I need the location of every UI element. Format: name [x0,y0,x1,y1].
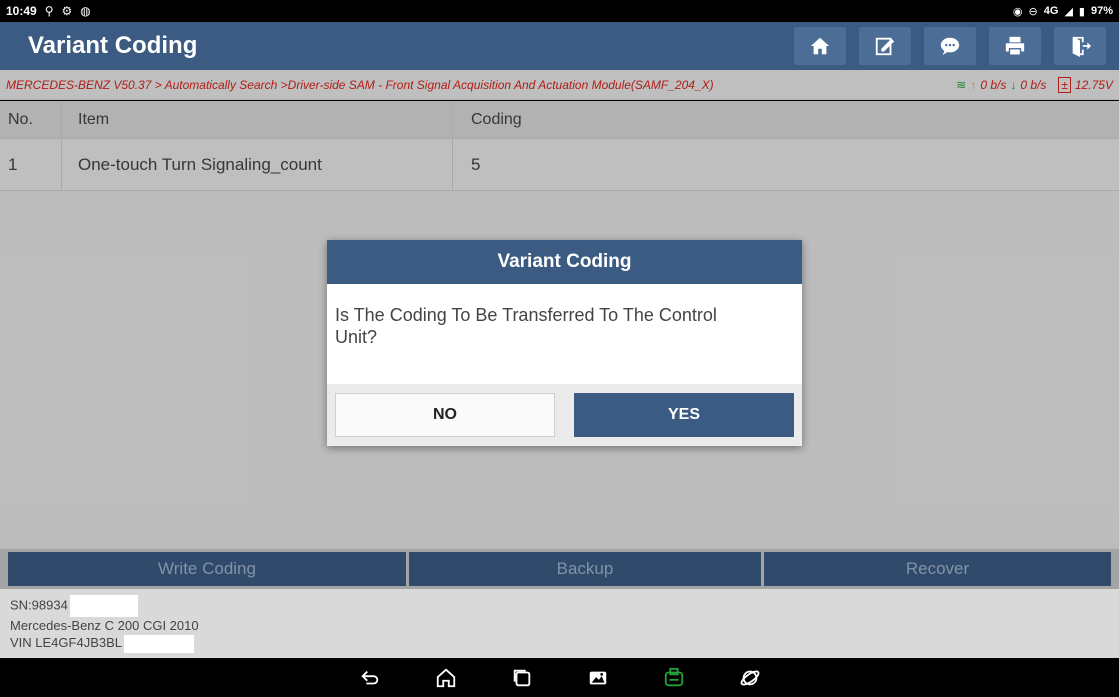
page-title: Variant Coding [28,32,198,59]
browser-nav-button[interactable] [712,667,788,689]
home-button[interactable] [794,27,846,65]
vin: VIN LE4GF4JB3BL [10,635,122,650]
signal-icon: ◢ [1064,5,1073,18]
confirm-dialog: Variant Coding Is The Coding To Be Trans… [327,240,802,446]
home-nav-button[interactable] [408,667,484,689]
edit-button[interactable] [859,27,911,65]
back-icon [360,670,378,684]
status-bar: 10:49 ⚲ ⚙ ◍ ◉ ⊖ 4G ◢ ▮ 97% [0,0,1119,22]
planet-icon [740,670,759,685]
home-icon [810,37,830,55]
recents-nav-button[interactable] [484,667,560,689]
chat-icon [940,37,960,56]
image-icon [589,671,606,684]
redaction-block [69,595,138,617]
print-button[interactable] [989,27,1041,65]
yes-button[interactable]: YES [574,393,794,437]
dialog-message-text: Is The Coding To Be Transferred To The C… [335,305,717,347]
print-icon [1005,36,1025,56]
screenshot-nav-button[interactable] [560,667,636,689]
dialog-title: Variant Coding [327,240,802,284]
vibrate-icon: ◉ [1012,5,1023,18]
message-icon: ◍ [80,4,91,18]
settings-notification-icon: ⚙ [61,4,73,18]
clock: 10:49 [6,4,37,18]
recents-icon [513,669,530,686]
exit-button[interactable] [1054,27,1106,65]
back-nav-button[interactable] [332,667,408,689]
vci-icon [664,667,683,686]
dialog-message: Is The Coding To Be Transferred To The C… [327,284,802,384]
exit-icon [1072,36,1091,57]
redaction-block [124,634,194,653]
chat-button[interactable] [924,27,976,65]
app-header: Variant Coding [0,22,1119,70]
network-type: 4G [1043,5,1059,17]
dnd-icon: ⊖ [1028,5,1038,18]
no-button[interactable]: NO [335,393,555,437]
dialog-buttons: NO YES [327,384,802,446]
system-nav-bar [0,658,1119,697]
battery-icon: ▮ [1078,5,1085,18]
vehicle-model: Mercedes-Benz C 200 CGI 2010 [10,618,199,633]
usb-debug-icon: ⚲ [44,4,54,18]
serial-number: SN:98934 [10,597,68,613]
edit-icon [875,37,895,56]
home-outline-icon [436,668,455,687]
vci-nav-button[interactable] [636,667,712,689]
vehicle-info: SN:98934 Mercedes-Benz C 200 CGI 2010 VI… [0,589,1119,658]
battery-level: 97% [1090,5,1113,17]
